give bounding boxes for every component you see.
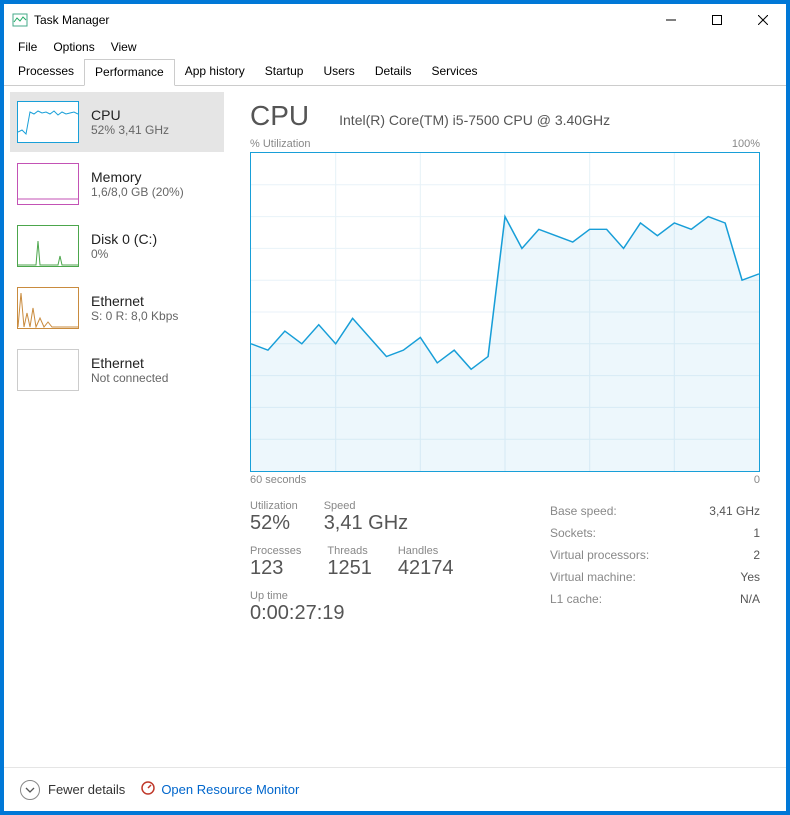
vproc-key: Virtual processors: <box>550 544 649 566</box>
titlebar[interactable]: Task Manager <box>4 4 786 36</box>
page-title: CPU <box>250 100 309 132</box>
vm-value: Yes <box>740 566 760 588</box>
vm-key: Virtual machine: <box>550 566 636 588</box>
minimize-button[interactable] <box>648 4 694 36</box>
sidebar-item-label: Ethernet <box>91 355 168 371</box>
uptime-value: 0:00:27:19 <box>250 602 345 625</box>
fewer-details-label: Fewer details <box>48 782 125 797</box>
sockets-value: 1 <box>753 522 760 544</box>
stats-left: Utilization 52% Speed 3,41 GHz Processes… <box>250 500 510 635</box>
cpu-thumb-icon <box>17 101 79 143</box>
chart-bottom-left-label: 60 seconds <box>250 474 306 486</box>
sidebar-item-sub: Not connected <box>91 371 168 385</box>
resource-monitor-icon <box>141 781 155 798</box>
utilization-label: Utilization <box>250 500 298 512</box>
cpu-utilization-chart[interactable] <box>250 152 760 472</box>
processes-value: 123 <box>250 557 301 580</box>
window-title: Task Manager <box>34 13 648 27</box>
sidebar-item-ethernet[interactable]: Ethernet S: 0 R: 8,0 Kbps <box>10 278 224 338</box>
processes-label: Processes <box>250 545 301 557</box>
disk-thumb-icon <box>17 225 79 267</box>
tab-app-history[interactable]: App history <box>175 59 255 86</box>
close-button[interactable] <box>740 4 786 36</box>
open-resource-monitor-link[interactable]: Open Resource Monitor <box>141 781 299 798</box>
tab-bar: Processes Performance App history Startu… <box>4 58 786 86</box>
sidebar-item-sub: S: 0 R: 8,0 Kbps <box>91 309 178 323</box>
tab-performance[interactable]: Performance <box>84 59 175 86</box>
task-manager-window: Task Manager File Options View Processes… <box>4 4 786 811</box>
ethernet2-thumb-icon <box>17 349 79 391</box>
sidebar-item-sub: 52% 3,41 GHz <box>91 123 169 137</box>
base-speed-key: Base speed: <box>550 500 617 522</box>
sidebar-item-sub: 1,6/8,0 GB (20%) <box>91 185 184 199</box>
sidebar-item-disk[interactable]: Disk 0 (C:) 0% <box>10 216 224 276</box>
tab-services[interactable]: Services <box>422 59 488 86</box>
sidebar-item-label: Ethernet <box>91 293 178 309</box>
tab-details[interactable]: Details <box>365 59 422 86</box>
tab-startup[interactable]: Startup <box>255 59 314 86</box>
memory-thumb-icon <box>17 163 79 205</box>
chevron-down-icon <box>20 780 40 800</box>
speed-label: Speed <box>324 500 408 512</box>
cpu-model-label: Intel(R) Core(TM) i5-7500 CPU @ 3.40GHz <box>339 112 610 128</box>
tab-users[interactable]: Users <box>313 59 364 86</box>
sidebar-item-label: Disk 0 (C:) <box>91 231 157 247</box>
l1-value: N/A <box>740 588 760 610</box>
handles-value: 42174 <box>398 557 454 580</box>
sidebar-item-memory[interactable]: Memory 1,6/8,0 GB (20%) <box>10 154 224 214</box>
sockets-key: Sockets: <box>550 522 596 544</box>
resource-monitor-label: Open Resource Monitor <box>161 782 299 797</box>
uptime-label: Up time <box>250 590 345 602</box>
stats-right: Base speed: 3,41 GHz Sockets: 1 Virtual pr… <box>550 500 760 635</box>
sidebar-item-cpu[interactable]: CPU 52% 3,41 GHz <box>10 92 224 152</box>
task-manager-icon <box>12 12 28 28</box>
threads-value: 1251 <box>327 557 372 580</box>
content-area: CPU 52% 3,41 GHz Memory 1,6/8,0 GB (20%) <box>4 86 786 767</box>
menu-options[interactable]: Options <box>47 38 100 56</box>
sidebar-item-label: CPU <box>91 107 169 123</box>
sidebar-item-ethernet-2[interactable]: Ethernet Not connected <box>10 340 224 400</box>
tab-processes[interactable]: Processes <box>8 59 84 86</box>
ethernet-thumb-icon <box>17 287 79 329</box>
sidebar-item-sub: 0% <box>91 247 157 261</box>
window-controls <box>648 4 786 36</box>
chart-top-left-label: % Utilization <box>250 138 311 150</box>
speed-value: 3,41 GHz <box>324 512 408 535</box>
menubar: File Options View <box>4 36 786 58</box>
base-speed-value: 3,41 GHz <box>709 500 760 522</box>
chart-top-right-label: 100% <box>732 138 760 150</box>
menu-view[interactable]: View <box>105 38 143 56</box>
performance-sidebar: CPU 52% 3,41 GHz Memory 1,6/8,0 GB (20%) <box>4 86 230 767</box>
fewer-details-button[interactable]: Fewer details <box>20 780 125 800</box>
sidebar-item-label: Memory <box>91 169 184 185</box>
l1-key: L1 cache: <box>550 588 602 610</box>
threads-label: Threads <box>327 545 372 557</box>
handles-label: Handles <box>398 545 454 557</box>
vproc-value: 2 <box>753 544 760 566</box>
footer-bar: Fewer details Open Resource Monitor <box>4 767 786 811</box>
maximize-button[interactable] <box>694 4 740 36</box>
utilization-value: 52% <box>250 512 298 535</box>
menu-file[interactable]: File <box>12 38 43 56</box>
main-panel: CPU Intel(R) Core(TM) i5-7500 CPU @ 3.40… <box>230 86 786 767</box>
chart-bottom-right-label: 0 <box>754 474 760 486</box>
